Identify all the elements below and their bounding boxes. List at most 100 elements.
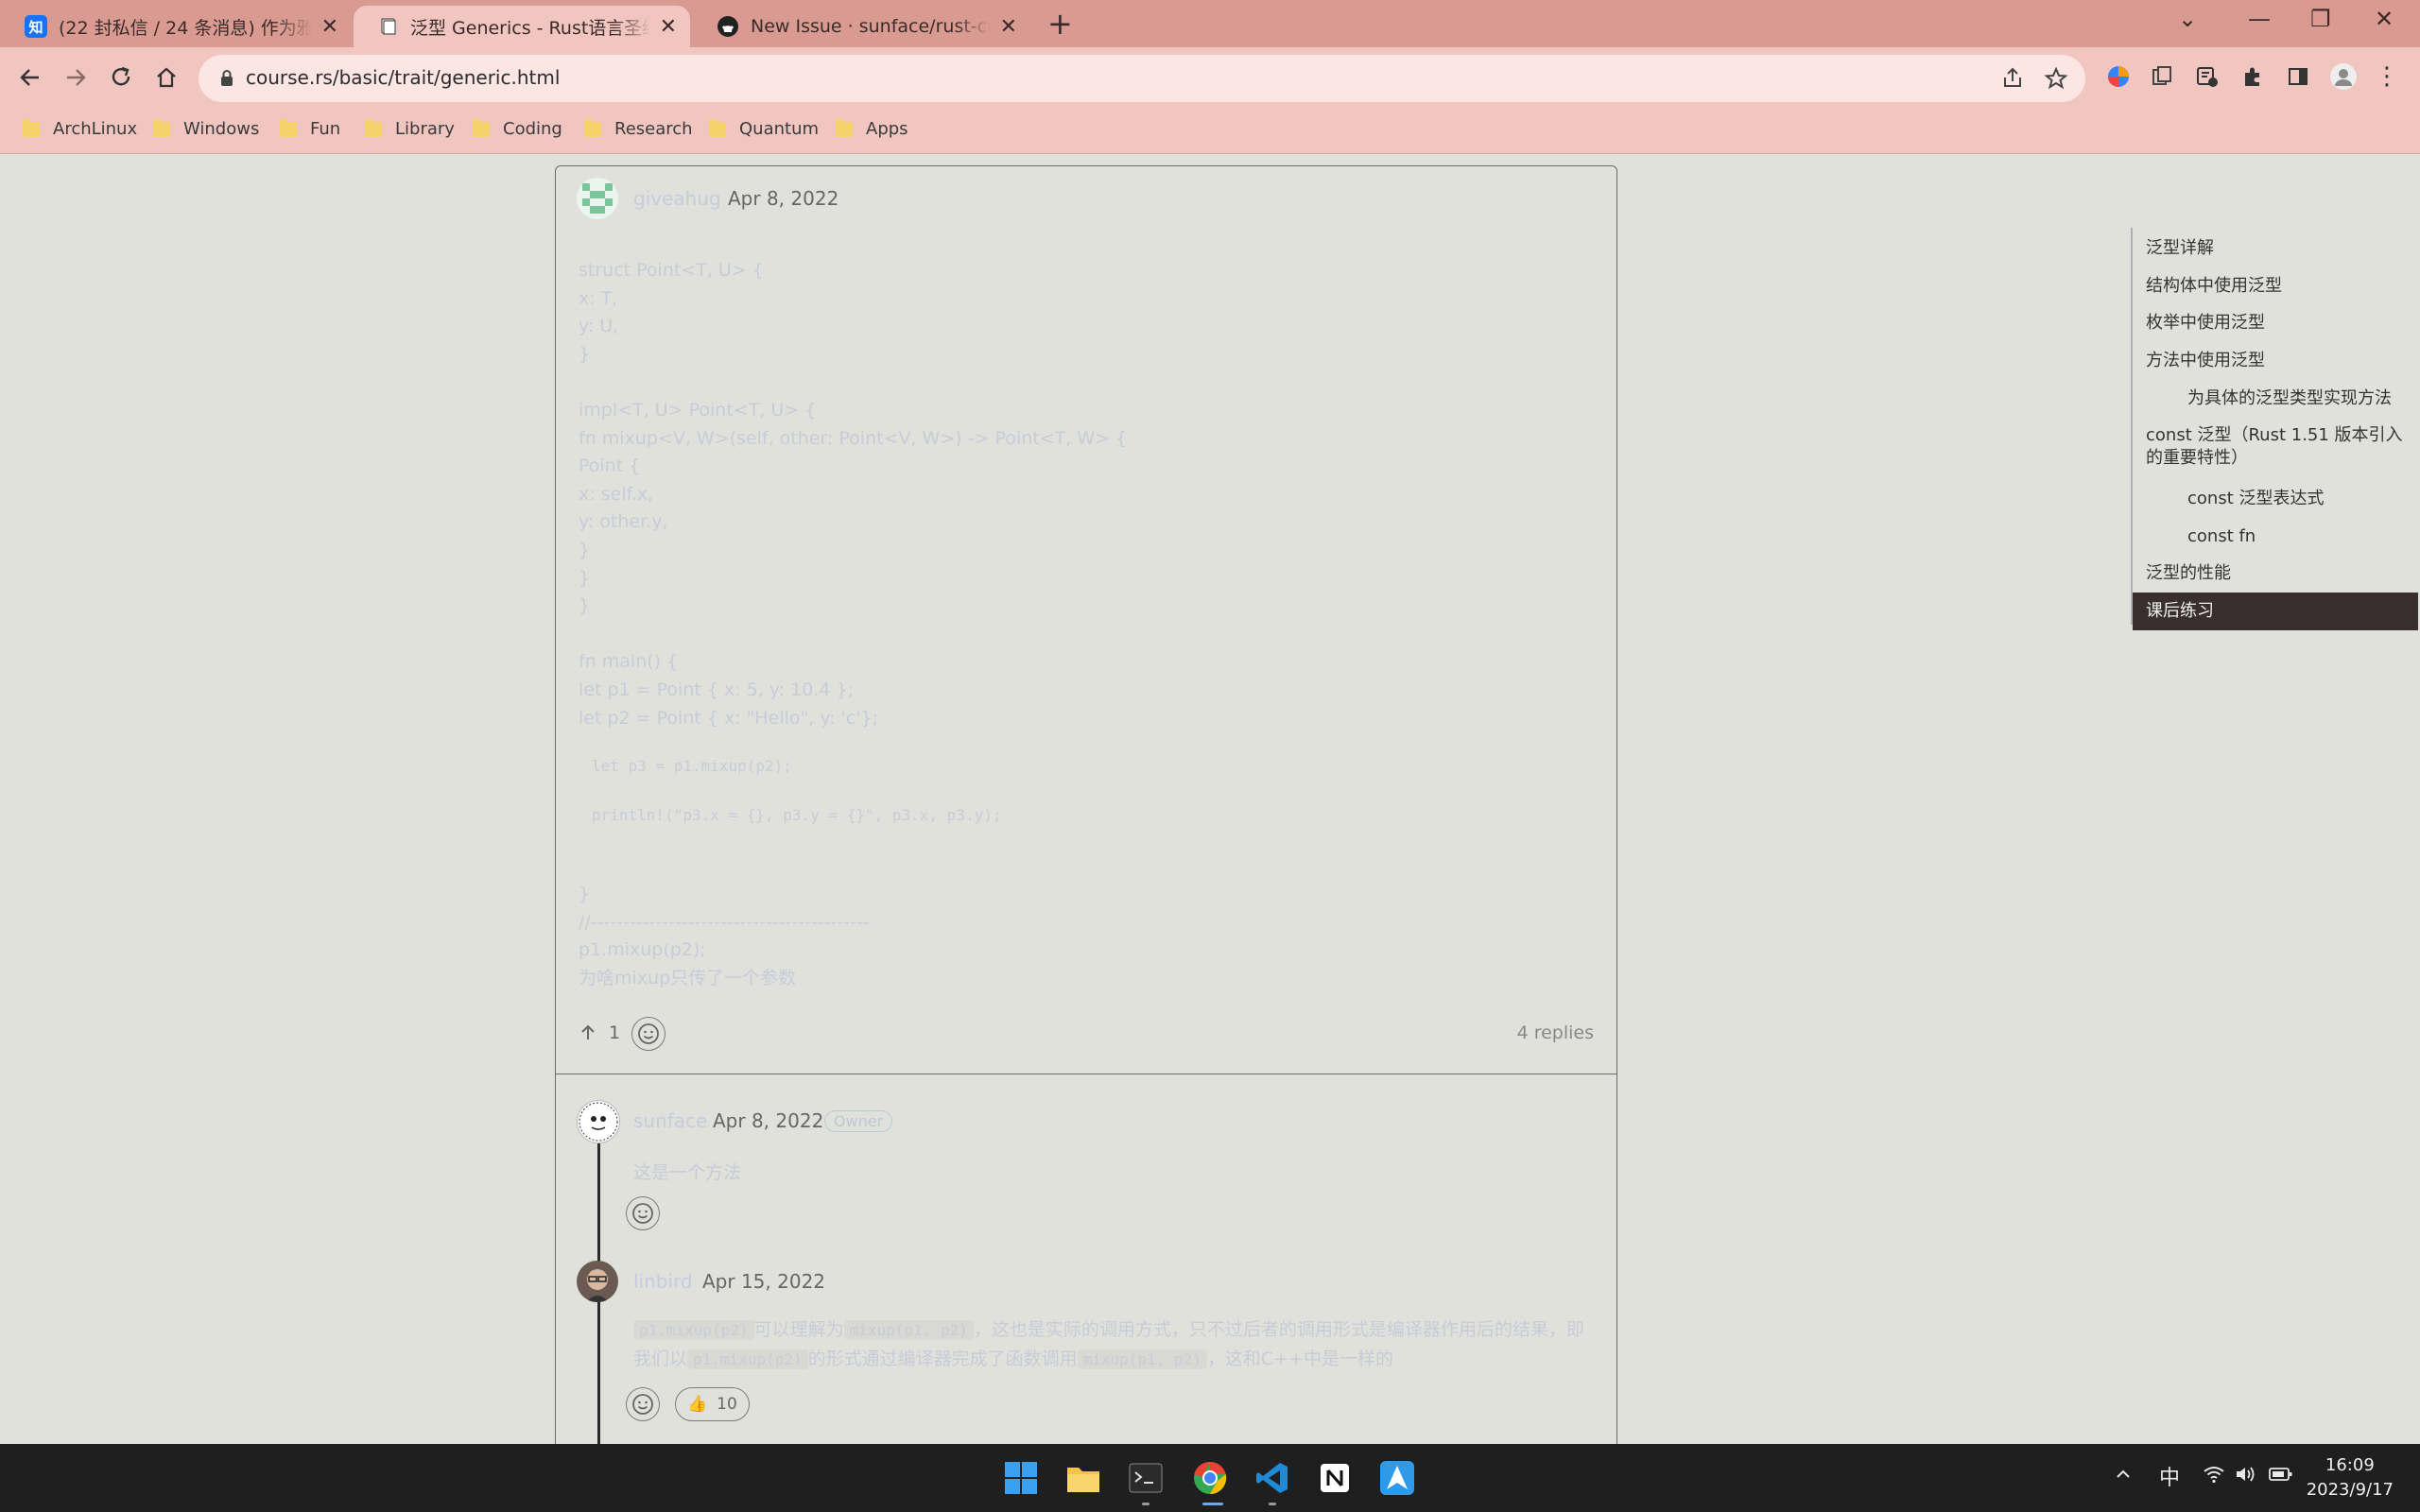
comment-date[interactable]: Apr 8, 2022 <box>728 187 838 210</box>
reply-text-segment: ，这和C++中是一样的 <box>1206 1349 1393 1369</box>
comment-text-line: } <box>579 539 591 560</box>
reply-author[interactable]: sunface <box>633 1109 707 1132</box>
comment-text-line: //--------------------------------------… <box>579 911 870 933</box>
inline-code: p1.mixup(p2) <box>687 1349 808 1369</box>
bookmark-folder[interactable]: Quantum <box>709 118 819 139</box>
toc-item[interactable]: 结构体中使用泛型 <box>2146 275 2415 298</box>
comment-text-line: p1.mixup(p2); <box>579 939 706 961</box>
toc-item[interactable]: 泛型的性能 <box>2146 562 2415 585</box>
ime-indicator[interactable]: 中 <box>2159 1461 2180 1491</box>
thumbs-up-reaction[interactable]: 👍 10 <box>675 1387 750 1421</box>
bookmark-folder[interactable]: Windows <box>153 118 259 139</box>
comment-text-line: x: T, <box>579 287 618 309</box>
add-reaction-button[interactable] <box>626 1196 660 1230</box>
chrome-icon[interactable] <box>1191 1459 1229 1497</box>
comment-body-tail: } //-------------------------------------… <box>579 881 870 992</box>
tab-generics[interactable]: 泛型 Generics - Rust语言圣经(Rust ✕ <box>354 6 690 47</box>
close-icon[interactable]: ✕ <box>1000 15 1017 39</box>
address-bar[interactable]: course.rs/basic/trait/generic.html <box>199 55 2085 102</box>
comment-text-line: y: U, <box>579 316 619 337</box>
battery-icon[interactable] <box>2269 1465 2293 1489</box>
comment-author[interactable]: giveahug <box>633 187 721 210</box>
comment-body: struct Point<T, U> {x: T, y: U,} impl<T, U… <box>579 257 1127 732</box>
share-icon[interactable] <box>2000 66 2025 91</box>
forward-arrow-icon[interactable] <box>59 60 93 94</box>
toc-item[interactable]: 枚举中使用泛型 <box>2146 312 2415 335</box>
book-icon <box>381 18 396 35</box>
vscode-icon[interactable] <box>1253 1459 1291 1497</box>
bookmark-folder[interactable]: Research <box>584 118 693 139</box>
volume-icon[interactable] <box>2235 1465 2257 1489</box>
close-icon[interactable]: ✕ <box>660 15 677 39</box>
bookmark-star-icon[interactable] <box>2044 66 2068 91</box>
url-text[interactable]: course.rs/basic/trait/generic.html <box>246 66 560 89</box>
bookmark-folder[interactable]: Coding <box>473 118 562 139</box>
folder-icon <box>709 118 726 137</box>
kebab-menu-icon[interactable]: ⋮ <box>2373 62 2401 91</box>
folder-icon <box>473 118 490 137</box>
terminal-icon[interactable] <box>1127 1459 1165 1497</box>
avatar[interactable] <box>577 178 618 219</box>
tab-search-chevron-icon[interactable]: ⌄ <box>2178 6 2197 32</box>
lock-icon[interactable] <box>219 69 234 88</box>
toc-item[interactable]: 泛型详解 <box>2146 237 2415 260</box>
extension-copy-icon[interactable] <box>2148 62 2176 91</box>
toc-subitem[interactable]: const fn <box>2187 525 2420 548</box>
bookmark-folder[interactable]: Apps <box>836 118 908 139</box>
reply-date[interactable]: Apr 8, 2022 <box>713 1109 823 1132</box>
comment-text-line: } <box>579 567 591 589</box>
app-arrow-icon[interactable] <box>1378 1459 1416 1497</box>
reply-date[interactable]: Apr 15, 2022 <box>702 1270 825 1293</box>
back-arrow-icon[interactable] <box>13 60 47 94</box>
windows-start-icon[interactable] <box>1002 1459 1040 1497</box>
window-close-icon[interactable]: ✕ <box>2375 6 2394 32</box>
taskbar: 中 16:09 2023/9/17 <box>0 1444 2420 1512</box>
close-icon[interactable]: ✕ <box>321 15 338 39</box>
github-icon <box>717 16 738 37</box>
add-reaction-button[interactable] <box>626 1387 660 1421</box>
bookmark-folder[interactable]: ArchLinux <box>23 118 137 139</box>
folder-icon <box>584 118 601 137</box>
tab-zhihu[interactable]: 知 (22 封私信 / 24 条消息) 作为雅思 ✕ <box>0 6 352 47</box>
extension-color-icon[interactable] <box>2104 62 2133 91</box>
zhihu-icon: 知 <box>25 15 47 38</box>
new-tab-plus-icon[interactable]: + <box>1047 9 1073 39</box>
toc-subitem[interactable]: 为具体的泛型类型实现方法 <box>2187 387 2420 410</box>
comment-text-line: fn mixup<V, W>(self, other: Point<V, W>)… <box>579 427 1128 449</box>
toc-subitem[interactable]: const 泛型表达式 <box>2187 488 2420 510</box>
side-panel-icon[interactable] <box>2284 62 2312 91</box>
wifi-icon[interactable] <box>2203 1465 2225 1489</box>
active-indicator <box>1202 1503 1223 1505</box>
reaction-count: 10 <box>717 1395 737 1414</box>
profile-avatar-icon[interactable] <box>2329 62 2358 91</box>
minimize-icon[interactable]: — <box>2248 6 2271 32</box>
home-icon[interactable] <box>149 60 183 94</box>
extensions-puzzle-icon[interactable] <box>2238 62 2267 91</box>
tab-new-issue[interactable]: New Issue · sunface/rust-course ✕ <box>692 6 1030 47</box>
upvote-button[interactable]: 1 <box>579 1022 620 1043</box>
clock-time: 16:09 <box>2325 1455 2375 1475</box>
arrow-up-icon <box>581 1024 595 1040</box>
tray-overflow-chevron-icon[interactable] <box>2114 1465 2133 1489</box>
replies-count[interactable]: 4 replies <box>1517 1022 1594 1043</box>
toc-item[interactable]: const 泛型（Rust 1.51 版本引入的重要特性） <box>2146 424 2415 470</box>
bookmark-folder[interactable]: Library <box>365 118 455 139</box>
system-clock[interactable]: 16:09 2023/9/17 <box>2307 1453 2394 1503</box>
reply-author[interactable]: linbird <box>633 1270 693 1293</box>
inline-code: mixup(p1, p2) <box>1077 1349 1207 1369</box>
restore-icon[interactable]: ❐ <box>2310 6 2331 32</box>
folder-icon <box>153 118 170 137</box>
reload-icon[interactable] <box>104 60 138 94</box>
file-explorer-icon[interactable] <box>1064 1459 1102 1497</box>
smiley-icon <box>632 1394 653 1415</box>
notion-icon[interactable] <box>1316 1459 1354 1497</box>
extension-reader-icon[interactable] <box>2193 62 2221 91</box>
toc-item[interactable]: 方法中使用泛型 <box>2146 350 2415 372</box>
bookmarks-bar: ArchLinux Windows Fun Library Coding Res… <box>0 110 2420 154</box>
tab-title: 泛型 Generics - Rust语言圣经(Rust <box>410 17 650 39</box>
avatar[interactable] <box>577 1261 618 1302</box>
add-reaction-button[interactable] <box>631 1017 666 1051</box>
bookmark-folder[interactable]: Fun <box>280 118 340 139</box>
avatar[interactable] <box>577 1100 620 1143</box>
toc-item-active[interactable]: 课后练习 <box>2133 593 2418 630</box>
